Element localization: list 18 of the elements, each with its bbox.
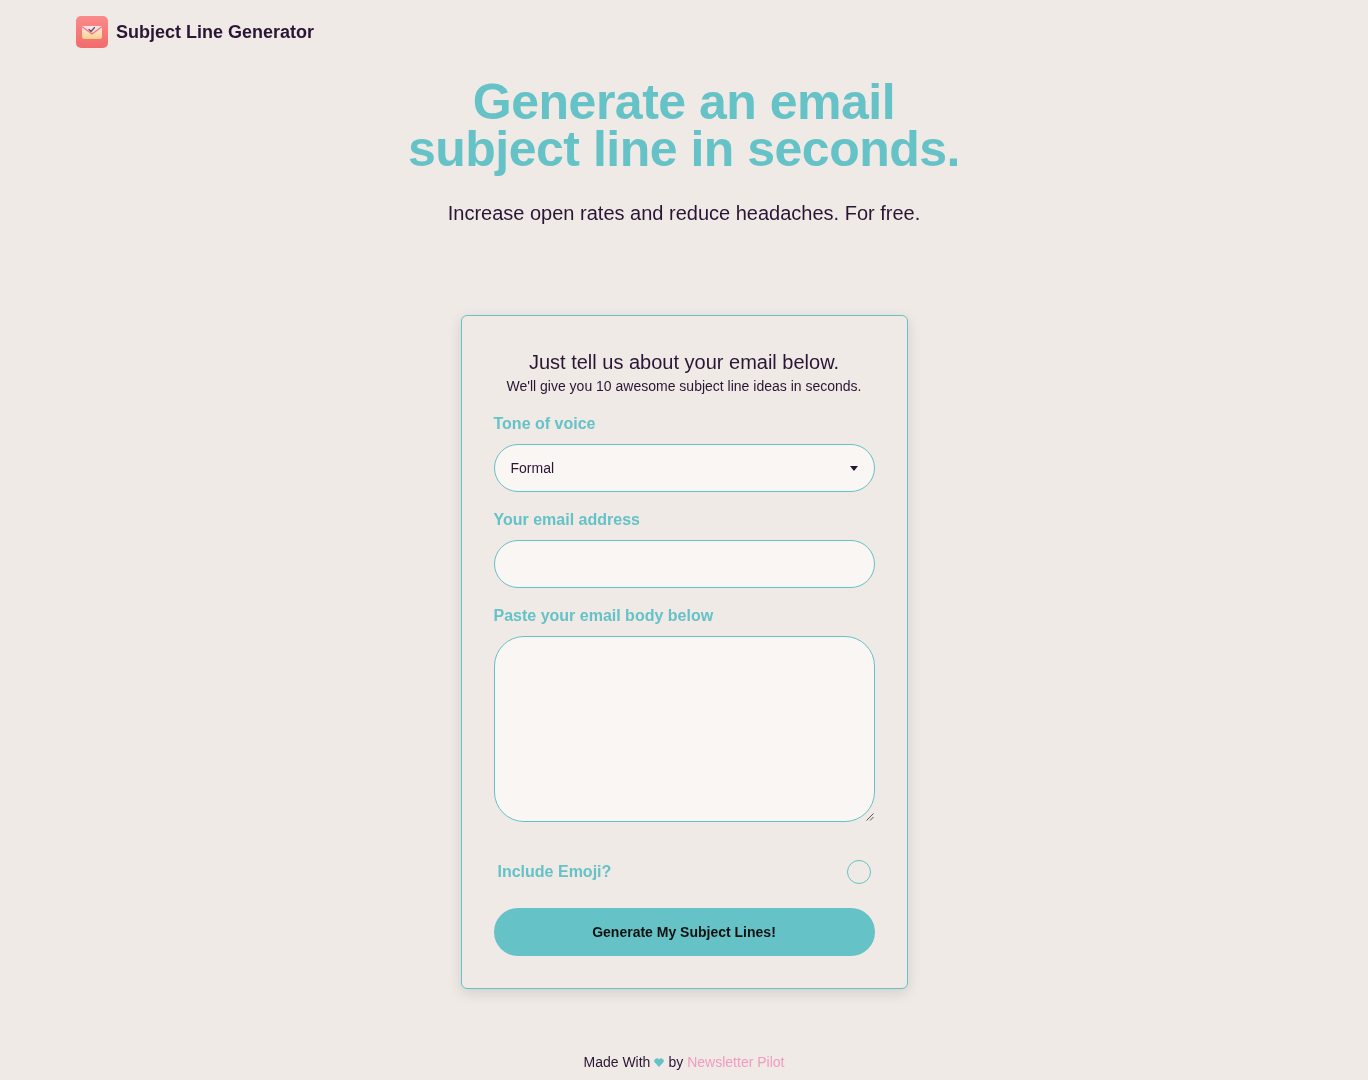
form-subtitle: We'll give you 10 awesome subject line ideas in seconds. — [505, 377, 863, 395]
tone-dropdown[interactable]: Formal — [493, 444, 875, 492]
heart-icon — [654, 1057, 665, 1067]
emoji-checkbox[interactable] — [846, 860, 871, 884]
app-title: Subject Line Generator — [116, 21, 315, 43]
field-label: Paste your email body below — [493, 606, 715, 626]
field-label: Tone of voice — [493, 414, 597, 434]
field-label: Your email address — [493, 510, 641, 530]
footer-text: by — [668, 1053, 684, 1071]
form-title: Just tell us about your email below. — [527, 350, 841, 374]
generate-button[interactable]: Generate My Subject Lines! — [493, 908, 875, 956]
resize-handle-icon[interactable] — [865, 813, 874, 821]
envelope-logo-icon — [76, 16, 108, 48]
email-address-input[interactable] — [493, 540, 875, 588]
page-subheading: Increase open rates and reduce headaches. For free. — [447, 201, 921, 225]
caret-icon — [849, 465, 858, 471]
emoji-option-label: Include Emoji? — [497, 862, 612, 882]
footer-text: Made With — [583, 1053, 651, 1071]
